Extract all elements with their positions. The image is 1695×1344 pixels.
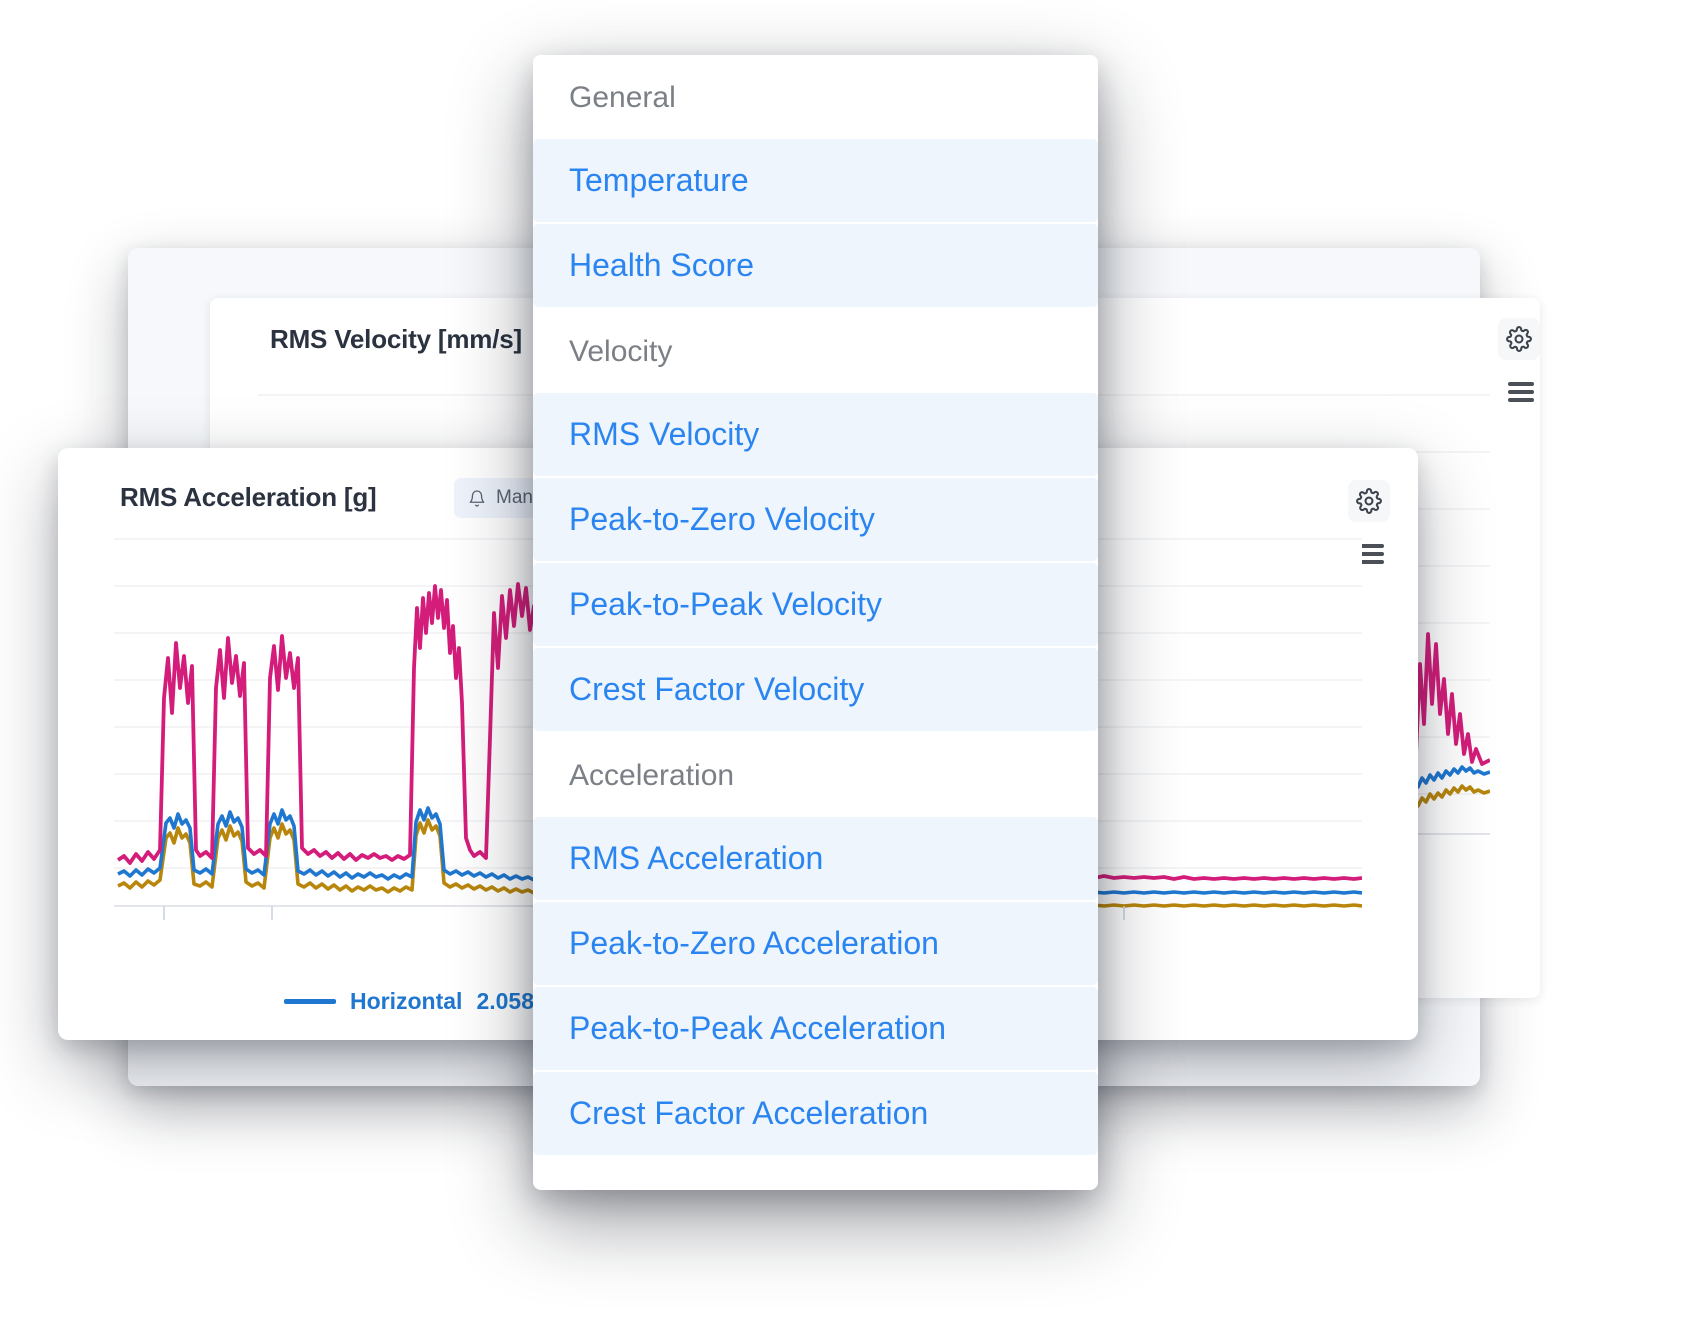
hamburger-bar <box>1508 398 1534 402</box>
dropdown-item-peak-to-peak-acceleration[interactable]: Peak-to-Peak Acceleration <box>533 987 1098 1070</box>
hamburger-bar <box>1508 390 1534 394</box>
legend-label-horizontal: Horizontal <box>350 988 463 1014</box>
gear-icon-back[interactable] <box>1498 318 1540 360</box>
gear-icon <box>1356 488 1382 514</box>
rms-acceleration-title: RMS Acceleration [g] <box>120 482 377 512</box>
hamburger-bar <box>1508 382 1534 386</box>
dropdown-item-health-score[interactable]: Health Score <box>533 224 1098 307</box>
screenshot-root: RMS Velocity [mm/s] RMS Acceleration [g]… <box>0 0 1695 1344</box>
dropdown-item-peak-to-peak-velocity[interactable]: Peak-to-Peak Velocity <box>533 563 1098 646</box>
legend-value-horizontal: 2.058 <box>476 988 535 1014</box>
dropdown-item-rms-velocity[interactable]: RMS Velocity <box>533 393 1098 476</box>
rms-velocity-title: RMS Velocity [mm/s] <box>270 324 522 354</box>
dropdown-group-header: General <box>533 55 1098 139</box>
legend-swatch-horizontal <box>284 999 336 1004</box>
dropdown-item-crest-factor-acceleration[interactable]: Crest Factor Acceleration <box>533 1072 1098 1155</box>
bell-icon <box>468 489 486 507</box>
dropdown-item-crest-factor-velocity[interactable]: Crest Factor Velocity <box>533 648 1098 731</box>
dropdown-item-peak-to-zero-acceleration[interactable]: Peak-to-Zero Acceleration <box>533 902 1098 985</box>
rms-acceleration-legend-horizontal: Horizontal 2.058 <box>284 988 534 1015</box>
series-axial-back <box>1406 632 1490 767</box>
dropdown-group-header: Velocity <box>533 309 1098 393</box>
dropdown-list: General Temperature Health Score Velocity RM… <box>533 55 1098 1155</box>
gear-icon <box>1506 326 1532 352</box>
hamburger-icon-back[interactable] <box>1508 382 1534 402</box>
measurement-type-dropdown[interactable]: General Temperature Health Score Velocity RM… <box>533 55 1098 1190</box>
series-horizontal-back <box>1406 765 1490 789</box>
dropdown-item-peak-to-zero-velocity[interactable]: Peak-to-Zero Velocity <box>533 478 1098 561</box>
dropdown-group-header: Acceleration <box>533 733 1098 817</box>
gear-icon-front-btn[interactable] <box>1348 480 1390 522</box>
series-vertical-back <box>1407 784 1490 808</box>
dropdown-item-temperature[interactable]: Temperature <box>533 139 1098 222</box>
dropdown-item-rms-acceleration[interactable]: RMS Acceleration <box>533 817 1098 900</box>
